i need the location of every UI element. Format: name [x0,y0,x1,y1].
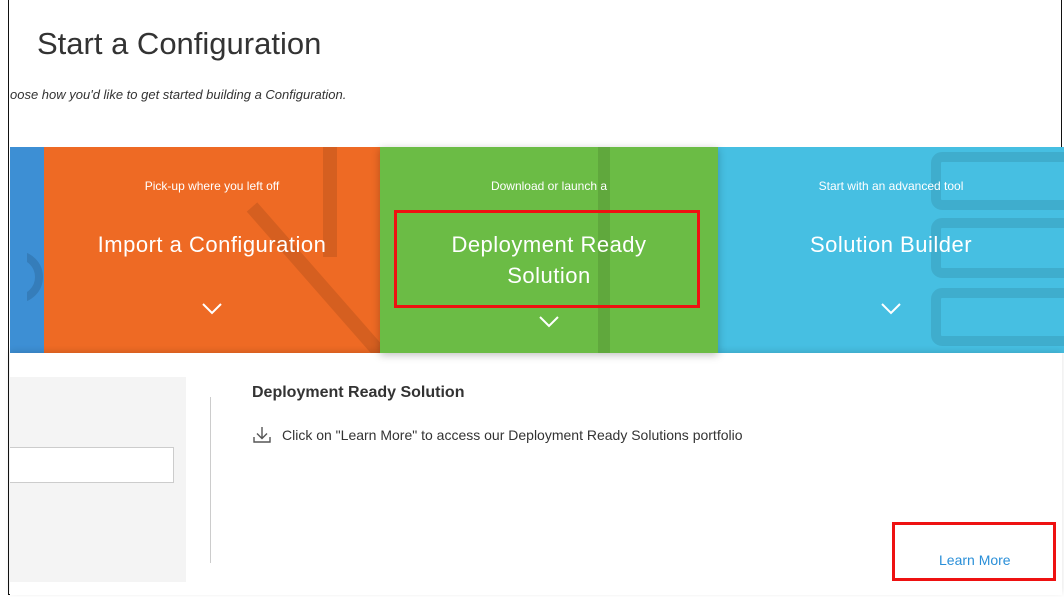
tile-caption: Pick-up where you left off [144,179,280,193]
tile-caption: Download or launch a [490,179,608,193]
tile-partial-left[interactable] [10,147,44,353]
panel-description: Click on "Learn More" to access our Depl… [252,425,743,445]
learn-more-link[interactable]: Learn More [939,552,1011,568]
details-panel: Deployment Ready Solution Click on "Lear… [10,353,1062,595]
tile-import-configuration[interactable]: Pick-up where you left off Import a Conf… [44,147,380,353]
tile-heading: Deployment Ready Solution [380,229,718,291]
page-subtitle: oose how you'd like to get started build… [10,87,347,102]
page-title: Start a Configuration [37,26,322,61]
tile-heading-line1: Deployment Ready [451,232,647,257]
tile-heading-line2: Solution [507,263,591,288]
tile-heading: Import a Configuration [97,232,327,257]
tile-deployment-ready-solution[interactable]: Download or launch a Deployment Ready So… [380,147,718,353]
chevron-down-icon[interactable] [539,315,559,333]
panel-description-text: Click on "Learn More" to access our Depl… [282,427,743,443]
download-icon [252,425,272,445]
tile-heading: Solution Builder [809,232,973,257]
panel-title: Deployment Ready Solution [252,384,465,401]
chevron-down-icon[interactable] [202,302,222,320]
tile-solution-builder[interactable]: Start with an advanced tool Solution Bui… [718,147,1064,353]
text-input[interactable] [10,447,174,483]
option-tiles: Pick-up where you left off Import a Conf… [10,147,1064,353]
tile-caption: Start with an advanced tool [818,179,964,193]
left-pane [10,377,186,582]
panel-divider [210,397,211,563]
chevron-down-icon[interactable] [881,302,901,320]
